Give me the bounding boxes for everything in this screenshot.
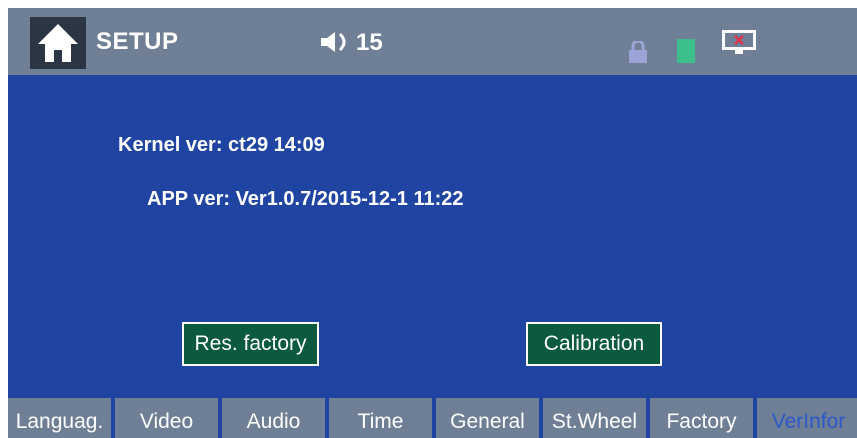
home-icon [38,24,78,62]
volume-value: 15 [356,29,383,56]
tab-language[interactable]: Languag. [8,398,111,438]
kernel-version: Kernel ver: ct29 14:09 [118,134,325,156]
setup-screen: SETUP 15 Kernel ver: ct29 14:09 APP ver:… [8,8,857,438]
tab-time[interactable]: Time [329,398,432,438]
home-button[interactable] [30,17,86,69]
lock-icon [629,41,647,63]
screen-off-icon[interactable] [722,30,756,56]
page-title: SETUP [96,28,179,55]
top-bar: SETUP 15 [8,8,857,75]
tab-audio[interactable]: Audio [222,398,325,438]
tab-bar: Languag. Video Audio Time General St.Whe… [8,398,857,438]
app-version: APP ver: Ver1.0.7/2015-12-1 11:22 [147,188,464,210]
tab-video[interactable]: Video [115,398,218,438]
tab-general[interactable]: General [436,398,539,438]
tab-verinfor[interactable]: VerInfor [757,398,857,438]
tab-factory[interactable]: Factory [650,398,753,438]
calibration-button[interactable]: Calibration [526,322,662,366]
speaker-icon [321,32,346,52]
reset-factory-button[interactable]: Res. factory [182,322,319,366]
battery-icon [677,39,695,63]
tab-steering-wheel[interactable]: St.Wheel [543,398,646,438]
